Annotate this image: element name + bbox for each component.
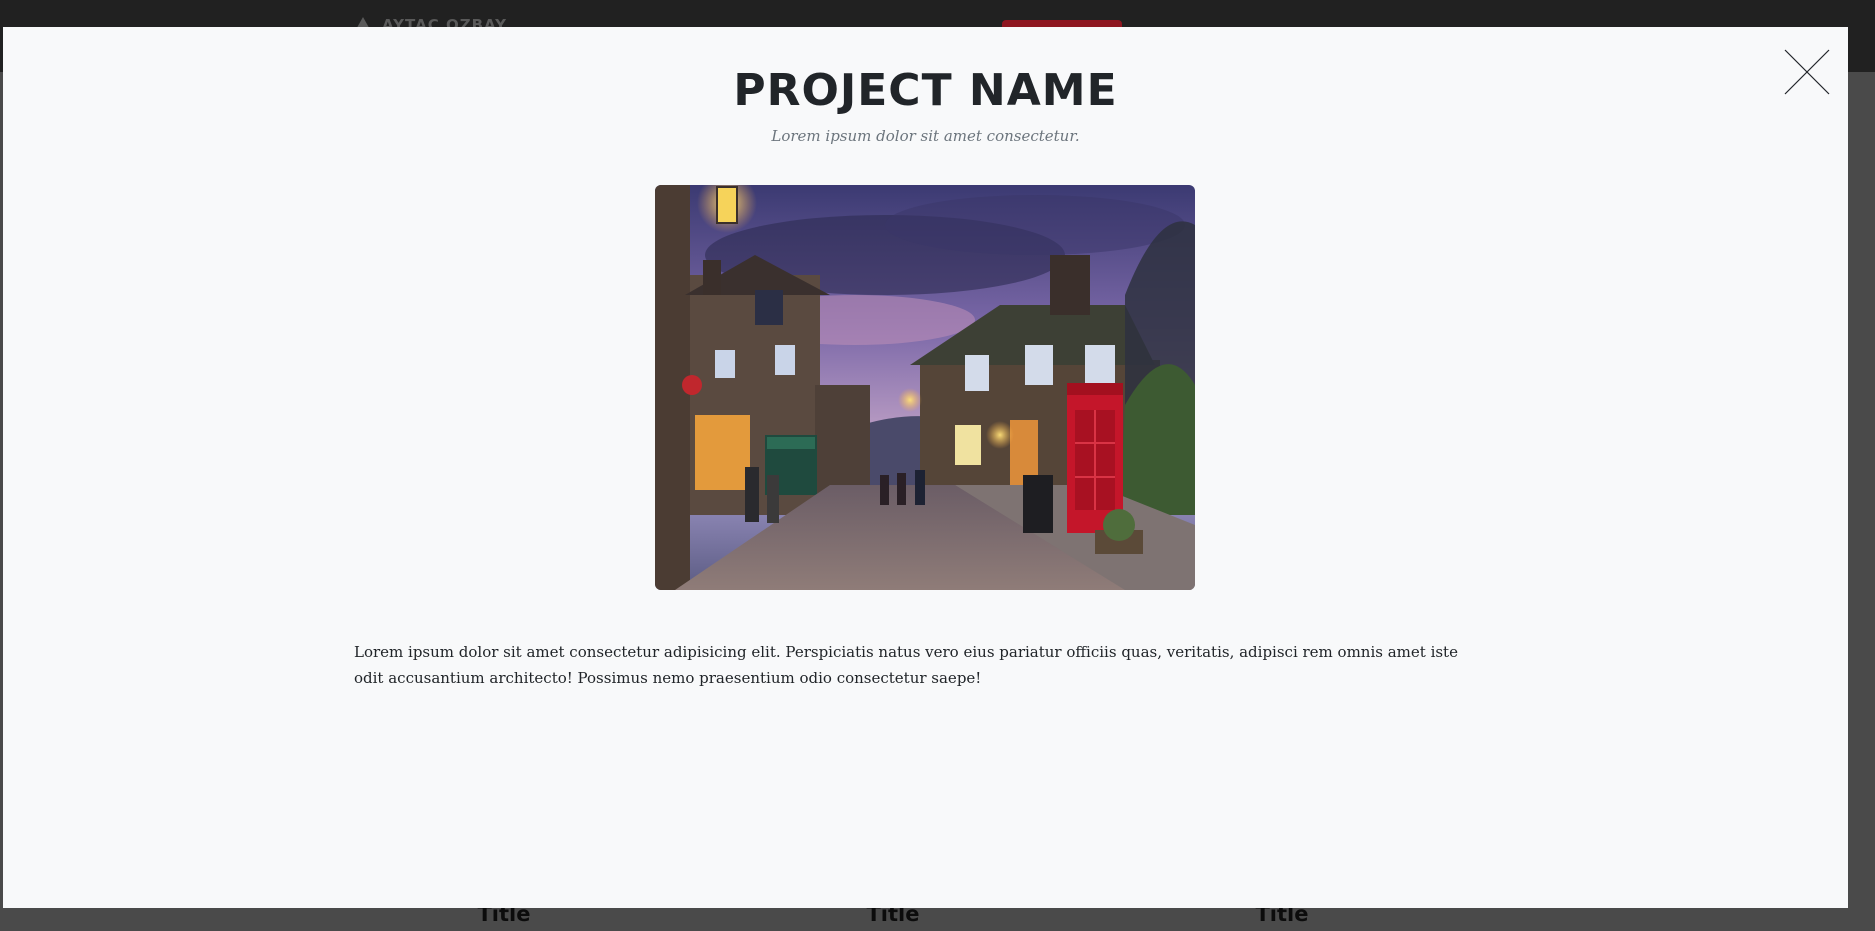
portfolio-modal: PROJECT NAME Lorem ipsum dolor sit amet … (3, 27, 1848, 908)
modal-title: PROJECT NAME (733, 65, 1118, 116)
modal-subtitle: Lorem ipsum dolor sit amet consectetur. (771, 127, 1080, 145)
project-image (655, 185, 1195, 590)
modal-description: Lorem ipsum dolor sit amet consectetur a… (354, 643, 1458, 687)
